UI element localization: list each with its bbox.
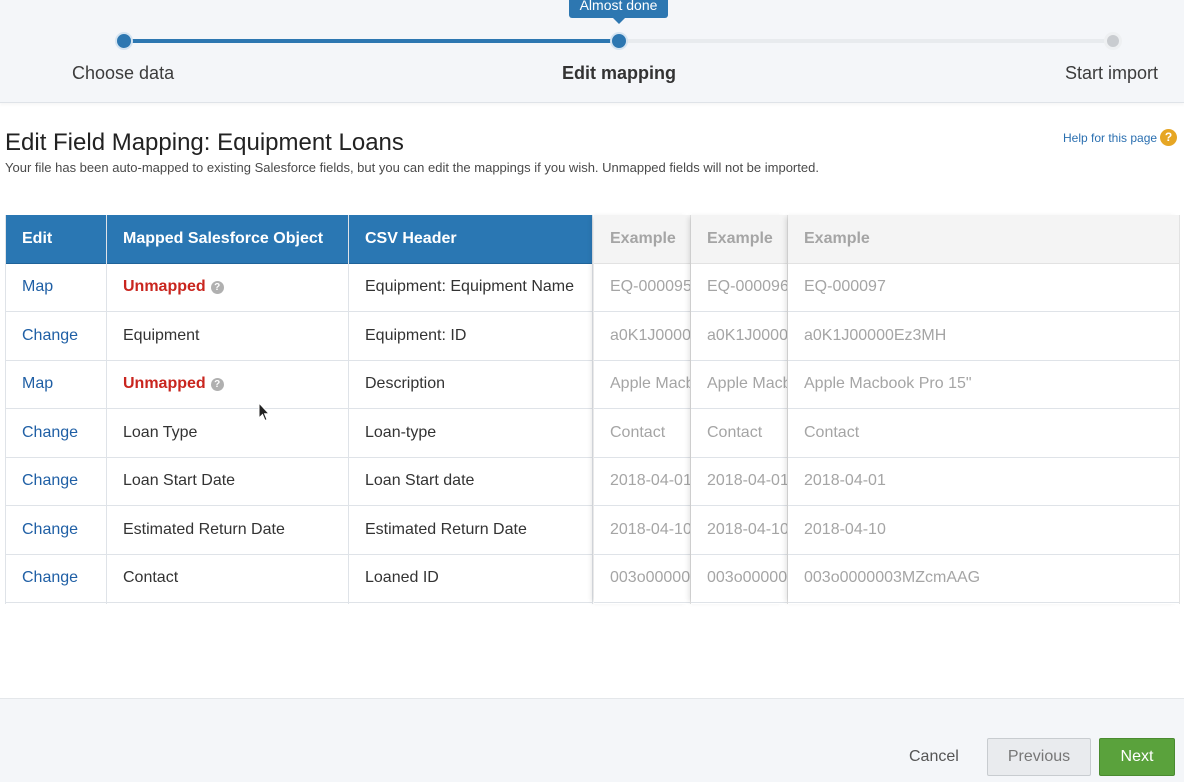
info-question-icon[interactable]: ? <box>210 377 224 391</box>
progress-tooltip: Almost done <box>569 0 668 24</box>
table-row-cell-example-2: Apple Macb <box>691 361 787 409</box>
table-row-cell-mapped-object: Loan Start Date <box>107 458 348 506</box>
table-row-cell-example-3: EQ-000097 <box>788 264 1179 312</box>
step-label-edit-mapping: Edit mapping <box>562 63 676 83</box>
column-csv-header: CSV Header Equipment: Equipment Name Equi… <box>349 215 593 604</box>
cancel-button[interactable]: Cancel <box>898 740 970 774</box>
table-row-cell-example-2: 2018-04-01 <box>691 458 787 506</box>
import-progress-bar: Almost done Choose data Edit mapping Sta… <box>0 0 1184 103</box>
table-row-cell-csv-header: Estimated Return Date <box>349 506 592 555</box>
header-mapped-object: Mapped Salesforce Object <box>107 215 348 264</box>
page-title: Edit Field Mapping: Equipment Loans <box>5 129 404 156</box>
mapped-object-label: Loan Start Date <box>123 472 236 490</box>
table-row-cell-mapped-object: Unmapped? <box>107 264 348 312</box>
table-row-cell-example-1: 003o000000 <box>594 555 690 603</box>
previous-button[interactable]: Previous <box>987 738 1091 776</box>
mapped-object-label: Loan Type <box>123 423 198 441</box>
table-row-cell-example-1: Contact <box>594 409 690 458</box>
table-row-cell-example-3: 003o0000003MZcmAAG <box>788 555 1179 603</box>
header-example-1: Example <box>594 215 690 264</box>
table-row-cell-example-2: a0K1J00000 <box>691 312 787 361</box>
progress-track-completed <box>124 39 619 43</box>
table-row-cell-example-1: EQ-000095 <box>594 264 690 312</box>
table-row-cell-csv-header: Description <box>349 361 592 409</box>
change-link[interactable]: Change <box>22 424 78 442</box>
mapped-object-label: Contact <box>123 569 179 587</box>
column-example-3: Example EQ-000097 a0K1J00000Ez3MH Apple Ma… <box>788 215 1180 604</box>
table-row-cell-edit: Change <box>6 506 106 555</box>
table-row-cell-mapped-object: Loan Type <box>107 409 348 458</box>
table-row-cell-mapped-object: Contact <box>107 555 348 603</box>
table-row-cell-example-1: a0K1J00000 <box>594 312 690 361</box>
table-row-cell-csv-header: Loan Start date <box>349 458 592 506</box>
table-row-cell-csv-header: Equipment: ID <box>349 312 592 361</box>
table-row-cell-example-2: Contact <box>691 409 787 458</box>
header-example-2: Example <box>691 215 787 264</box>
map-link[interactable]: Map <box>22 278 53 296</box>
table-row-cell-edit: Change <box>6 555 106 603</box>
change-link[interactable]: Change <box>22 327 78 345</box>
table-row-cell-csv-header: Equipment: Equipment Name <box>349 264 592 312</box>
next-button[interactable]: Next <box>1099 738 1175 776</box>
table-row-cell-edit: Change <box>6 312 106 361</box>
table-row-cell-example-2: 003o000000 <box>691 555 787 603</box>
info-question-icon[interactable]: ? <box>210 280 224 294</box>
mapped-object-label: Estimated Return Date <box>123 520 285 538</box>
table-row-cell-edit: Map <box>6 361 106 409</box>
table-row-cell-edit: Change <box>6 458 106 506</box>
table-row-cell-example-3: 2018-04-01 <box>788 458 1179 506</box>
field-mapping-table: Edit Map Change Map Change Change Change Chang… <box>5 215 1180 604</box>
step-start-import-dot <box>1104 32 1122 50</box>
table-row-cell-edit: Map <box>6 264 106 312</box>
help-link-label: Help for this page <box>1063 130 1158 145</box>
unmapped-label: Unmapped <box>123 375 206 393</box>
table-row-cell-csv-header: Loaned ID <box>349 555 592 603</box>
mouse-pointer-icon <box>258 402 270 422</box>
table-row-cell-example-3: a0K1J00000Ez3MH <box>788 312 1179 361</box>
table-row-cell-mapped-object: Equipment <box>107 312 348 361</box>
map-link[interactable]: Map <box>22 375 53 393</box>
progress-track-remaining <box>619 39 1113 43</box>
table-row-cell-example-1: 2018-04-01 <box>594 458 690 506</box>
table-row-cell-example-3: Contact <box>788 409 1179 458</box>
change-link[interactable]: Change <box>22 569 78 587</box>
table-row-cell-example-3: Apple Macbook Pro 15" <box>788 361 1179 409</box>
page-subtitle: Your file has been auto-mapped to existi… <box>5 160 819 175</box>
header-edit: Edit <box>6 215 106 264</box>
step-choose-data-dot <box>115 32 133 50</box>
header-csv: CSV Header <box>349 215 592 264</box>
table-row-cell-csv-header: Loan-type <box>349 409 592 458</box>
change-link[interactable]: Change <box>22 521 78 539</box>
step-label-choose-data: Choose data <box>72 63 175 83</box>
table-row-cell-example-1: 2018-04-10 <box>594 506 690 555</box>
table-row-cell-mapped-object: Estimated Return Date <box>107 506 348 555</box>
table-row-cell-example-1: Apple Macb <box>594 361 690 409</box>
table-row-cell-example-3: 2018-04-10 <box>788 506 1179 555</box>
column-mapped-object: Mapped Salesforce Object Unmapped? Equipm… <box>107 215 349 604</box>
table-row-cell-example-2: EQ-000096 <box>691 264 787 312</box>
table-row-cell-edit: Change <box>6 409 106 458</box>
mapped-object-label: Equipment <box>123 326 200 344</box>
help-link[interactable]: Help for this page ? <box>1063 129 1178 146</box>
header-example-3: Example <box>788 215 1179 264</box>
change-link[interactable]: Change <box>22 472 78 490</box>
help-question-icon: ? <box>1160 129 1178 146</box>
column-edit: Edit Map Change Map Change Change Change Chang… <box>5 215 107 604</box>
table-row-cell-mapped-object: Unmapped? <box>107 361 348 409</box>
unmapped-label: Unmapped <box>123 278 206 296</box>
column-example-2: Example EQ-000096a0K1J00000Apple MacbCon… <box>691 215 788 604</box>
table-row-cell-example-2: 2018-04-10 <box>691 506 787 555</box>
column-example-1: Example EQ-000095a0K1J00000Apple MacbCon… <box>594 215 691 604</box>
step-label-start-import: Start import <box>1065 63 1159 83</box>
step-edit-mapping-dot <box>610 32 628 50</box>
